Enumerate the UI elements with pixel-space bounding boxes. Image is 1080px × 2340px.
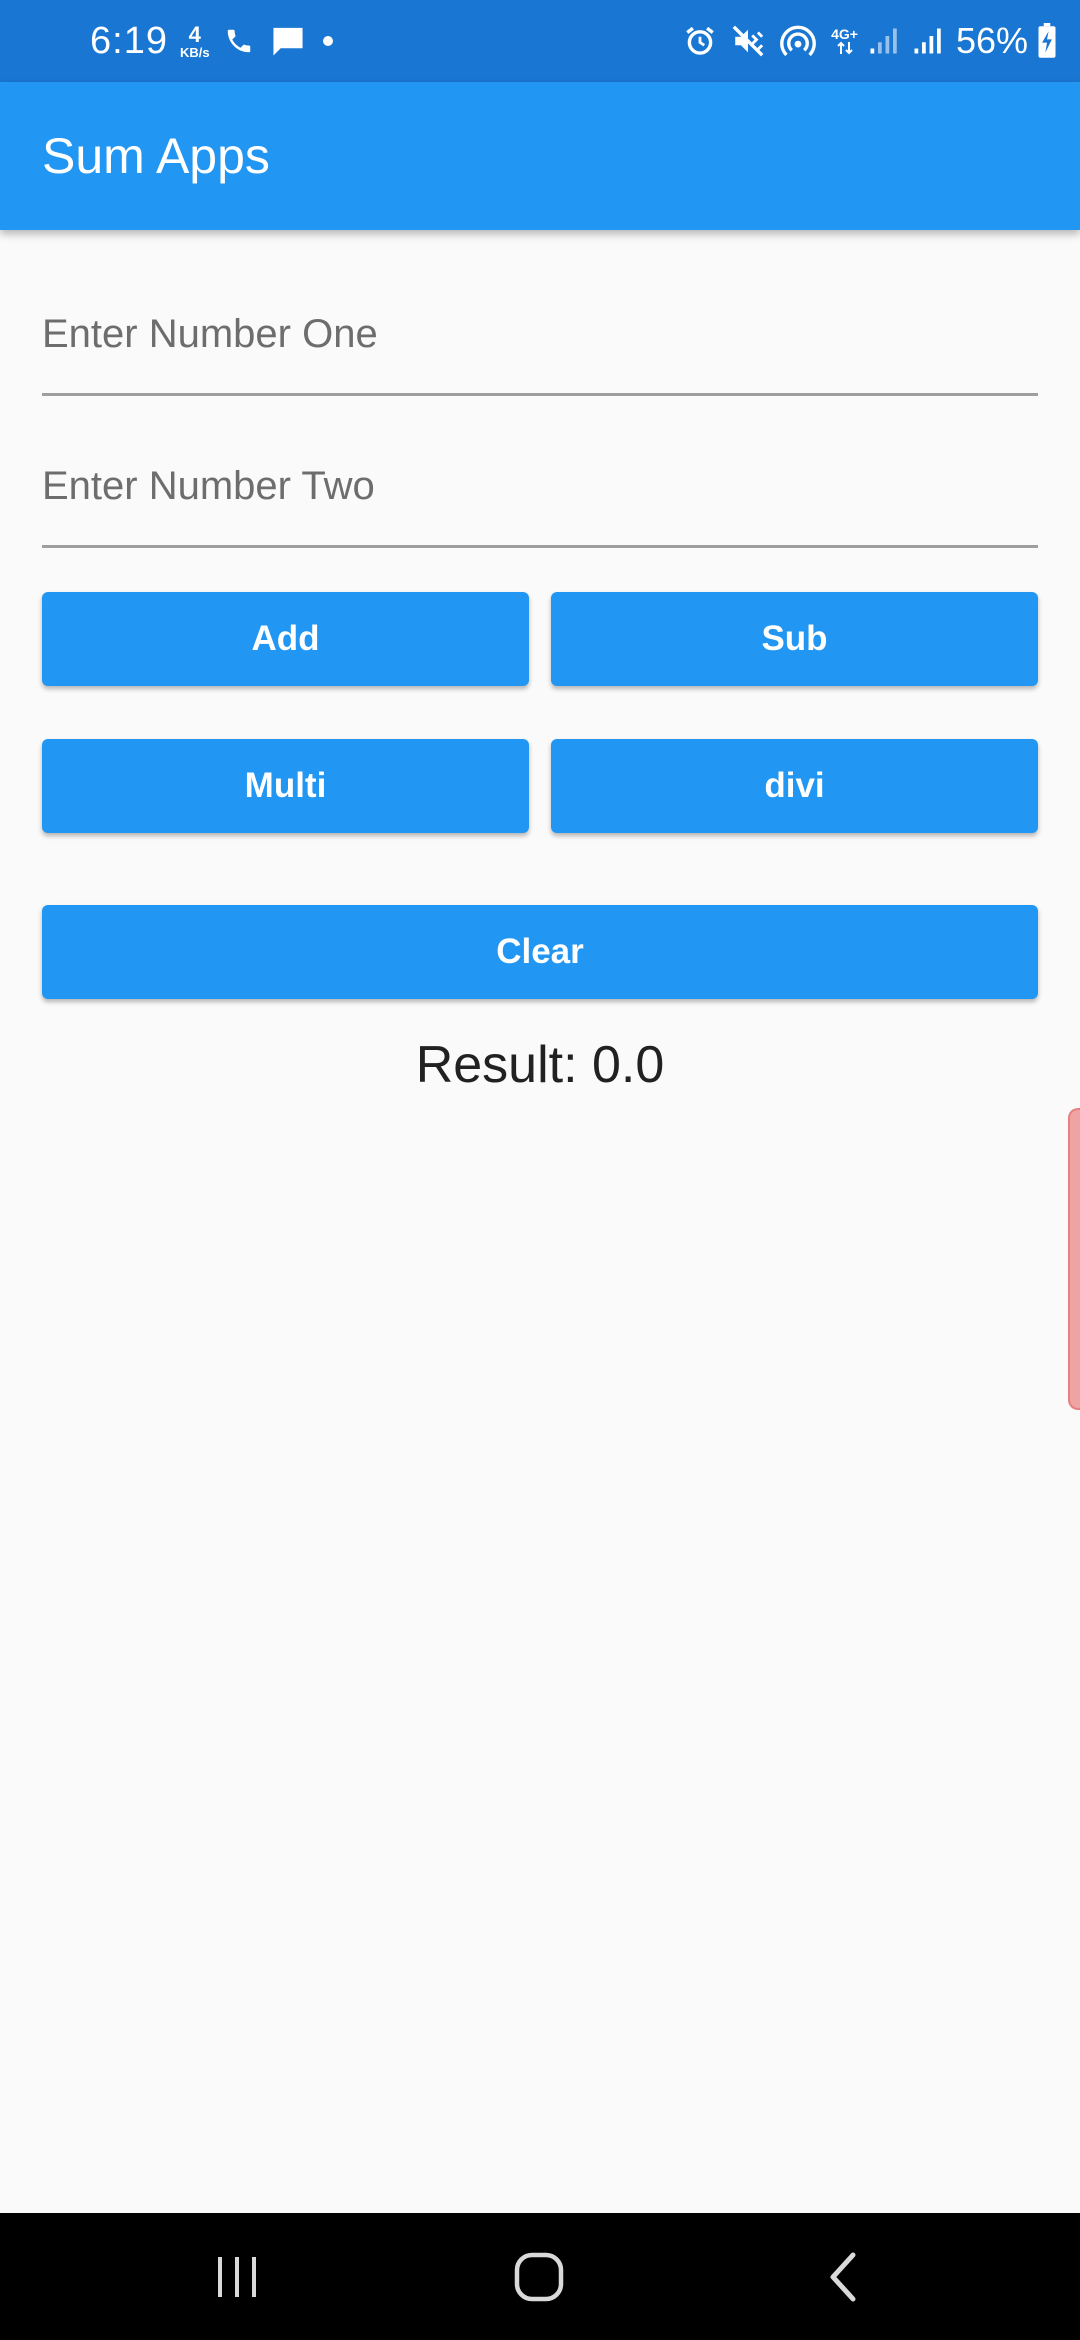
message-icon: [270, 25, 306, 57]
data-arrows-icon: [836, 41, 853, 55]
status-time: 6:19: [90, 19, 168, 62]
multi-button[interactable]: Multi: [42, 739, 529, 833]
number-two-input[interactable]: [42, 464, 1038, 509]
app-bar: Sum Apps: [0, 82, 1080, 230]
number-two-field[interactable]: [42, 428, 1038, 548]
back-button[interactable]: [763, 2213, 923, 2340]
navigation-bar: [0, 2213, 1080, 2340]
mute-icon: [731, 24, 765, 58]
result-text: Result: 0.0: [415, 1036, 665, 1094]
status-right-group: 4G+ 56%: [683, 0, 1058, 82]
hotspot-icon: [779, 24, 817, 58]
network-type-label: 4G+: [831, 25, 858, 42]
recent-apps-button[interactable]: [157, 2213, 317, 2340]
app-title: Sum Apps: [42, 128, 270, 184]
home-button[interactable]: [459, 2213, 619, 2340]
number-one-input[interactable]: [42, 312, 1038, 357]
number-one-field[interactable]: [42, 276, 1038, 396]
network-type: 4G+: [831, 25, 858, 56]
signal-icon: [868, 26, 898, 56]
back-icon: [830, 2252, 856, 2301]
net-speed-value: 4: [188, 21, 201, 47]
add-button[interactable]: Add: [42, 592, 529, 686]
signal-icon: [912, 26, 942, 56]
phone-icon: [224, 26, 254, 56]
dot-icon: [322, 35, 334, 47]
divi-button[interactable]: divi: [551, 739, 1038, 833]
net-speed-unit: KB/s: [179, 44, 210, 60]
alarm-icon: [683, 24, 717, 58]
battery-percent: 56%: [955, 20, 1028, 61]
edge-panel-handle[interactable]: [1068, 1108, 1080, 1410]
battery-charging-icon: [1036, 23, 1058, 59]
clear-button[interactable]: Clear: [42, 905, 1038, 999]
net-speed-indicator: 4 KB/s: [179, 21, 210, 60]
home-icon: [514, 2252, 564, 2301]
status-left-group: 6:19 4 KB/s: [90, 0, 350, 82]
status-bar: 6:19 4 KB/s 4G+ 56%: [0, 0, 1080, 82]
sub-button[interactable]: Sub: [551, 592, 1038, 686]
recent-apps-icon: [218, 2256, 256, 2297]
